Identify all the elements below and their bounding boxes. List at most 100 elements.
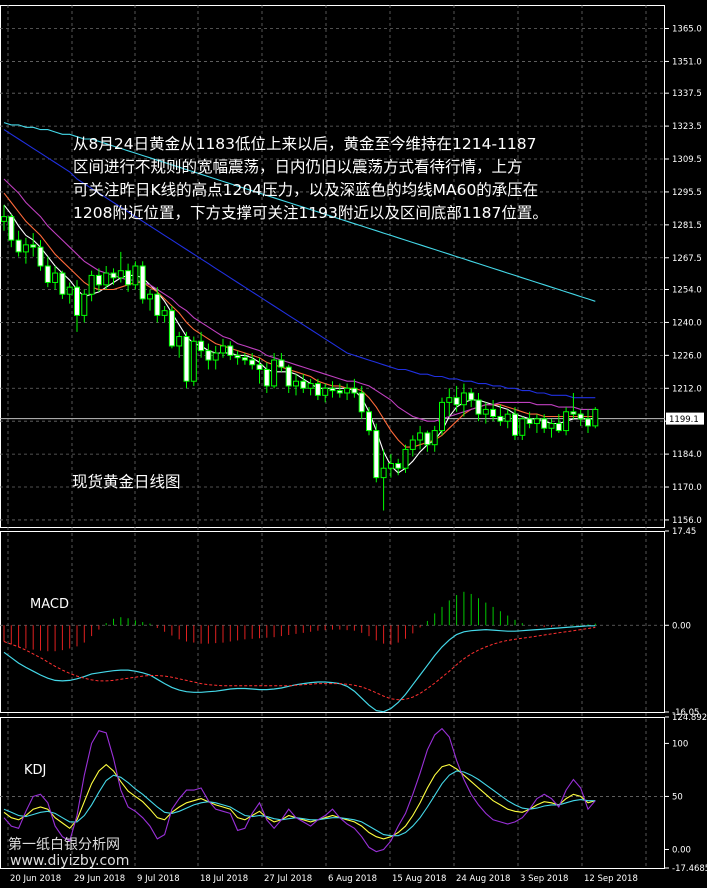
macd-tick-label: 0.00 <box>672 621 691 631</box>
candle-body-down <box>512 413 518 436</box>
candle-body-down <box>453 397 460 406</box>
candle-body-up <box>190 340 197 382</box>
candle <box>125 263 132 292</box>
candle-body-up <box>212 352 219 361</box>
candle-body-down <box>358 392 365 413</box>
candle-body-up <box>176 336 183 347</box>
candle-body-up <box>548 423 555 429</box>
price-tick-label: 1309.5 <box>672 155 702 165</box>
macd-signal-line <box>3 626 596 701</box>
candle <box>563 407 570 436</box>
candle-body-up <box>460 392 467 406</box>
candle-body-up <box>88 274 95 295</box>
candle <box>417 425 424 450</box>
candle-body-up <box>132 265 139 286</box>
candle <box>278 353 285 372</box>
candle-body-down <box>59 272 66 295</box>
candle-body-down <box>366 411 372 432</box>
candle <box>387 454 394 478</box>
candle <box>366 407 372 436</box>
candle <box>241 353 248 365</box>
x-tick-label: 20 Jun 2018 <box>10 874 61 884</box>
candle-body-up <box>504 413 511 422</box>
price-tick-label: 1351.0 <box>672 57 702 67</box>
candle <box>322 383 329 403</box>
candle <box>490 400 497 422</box>
candle-body-up <box>439 401 445 432</box>
candle <box>212 345 219 370</box>
candle <box>154 287 161 323</box>
candle-body-up <box>380 467 387 479</box>
candle-body-down <box>497 415 504 422</box>
annotation-line: 从8月24日黄金从1183低位上来以后，黄金至今维持在1214-1187 <box>73 135 537 153</box>
candle-body-up <box>52 272 59 283</box>
candle <box>453 385 460 412</box>
candle-body-up <box>563 411 570 432</box>
candle-body-up <box>592 408 599 427</box>
candle-body-up <box>117 270 124 279</box>
candle-body-down <box>95 274 102 286</box>
price-tick-label: 1240.0 <box>672 318 702 328</box>
price-tick-label: 1184.0 <box>672 450 702 460</box>
candle-body-down <box>300 380 307 389</box>
candle-body-down <box>249 359 256 366</box>
candle <box>59 270 66 299</box>
macd-tick-label: 17.45 <box>672 527 696 537</box>
price-tick-label: 1212.0 <box>672 384 702 394</box>
candle-body-down <box>168 310 175 347</box>
candle-body-down <box>490 408 497 417</box>
candle-body-down <box>30 244 37 248</box>
candle <box>117 251 124 283</box>
candle <box>168 305 175 349</box>
price-tick-label: 1267.5 <box>672 254 702 264</box>
candle <box>512 407 518 440</box>
moving-average-line <box>3 204 596 474</box>
kdj-tick-label: 0.00 <box>672 845 691 855</box>
candle <box>88 270 95 302</box>
kdj-tick-label: 124.8922 <box>672 713 707 723</box>
kdj-k-line <box>3 763 596 840</box>
kdj-label: KDJ <box>24 763 46 778</box>
candle-body-down <box>329 387 336 392</box>
price-tick-label: 1281.5 <box>672 221 702 231</box>
candle <box>380 449 387 511</box>
price-tick-label: 1156.0 <box>672 516 702 526</box>
candle <box>132 261 139 290</box>
watermark-url: www.diyizby.com <box>10 853 130 869</box>
x-tick-label: 6 Aug 2018 <box>328 874 377 884</box>
candle-body-up <box>161 310 168 316</box>
candle-body-down <box>278 359 285 368</box>
candle <box>66 282 73 304</box>
candle <box>74 280 80 332</box>
candle-body-down <box>8 216 15 241</box>
candle-body-down <box>241 357 248 361</box>
candle <box>190 336 197 386</box>
candle <box>44 256 51 288</box>
candle <box>205 343 212 370</box>
price-tick-label: 1170.0 <box>672 483 702 493</box>
x-tick-label: 12 Sep 2018 <box>584 874 638 884</box>
candle-body-down <box>263 368 270 387</box>
candle-body-up <box>387 463 394 469</box>
x-tick-label: 27 Jul 2018 <box>264 874 312 884</box>
price-tick-label: 1365.0 <box>672 25 702 35</box>
candle-body-down <box>570 411 577 415</box>
macd-line <box>3 625 596 713</box>
candle-body-down <box>555 423 562 432</box>
candle-body-down <box>37 246 44 267</box>
price-tick-label: 1337.5 <box>672 89 702 99</box>
candle-body-down <box>198 340 205 352</box>
annotation-line: 可关注昨日K线的高点1204压力，以及深蓝色的均线MA60的承压在 <box>73 181 539 199</box>
candle <box>329 381 336 398</box>
candle-body-up <box>66 286 73 295</box>
candle <box>1 204 7 231</box>
candle-body-down <box>541 418 548 429</box>
candle-body-up <box>409 439 416 450</box>
candle <box>81 289 88 323</box>
candle <box>22 237 29 264</box>
x-tick-label: 3 Sep 2018 <box>520 874 568 884</box>
candle-body-up <box>22 244 29 253</box>
candle <box>424 430 431 452</box>
candle-body-up <box>307 383 314 389</box>
chart-subtitle: 现货黄金日线图 <box>72 473 181 491</box>
